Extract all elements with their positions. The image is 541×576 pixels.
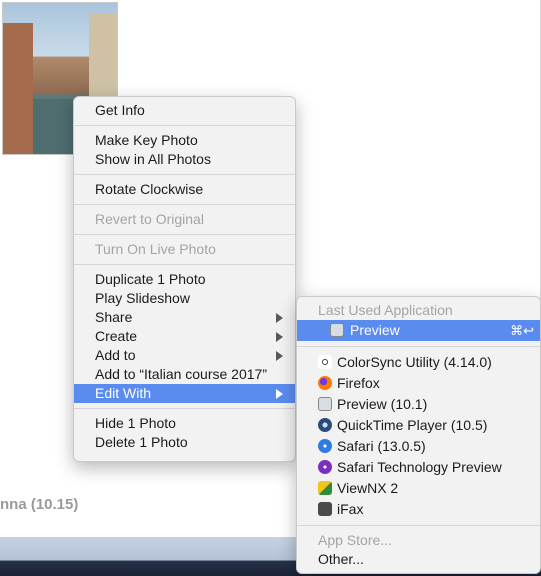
submenu-header-last-used: Last Used Application bbox=[318, 302, 453, 318]
menu-item-duplicate[interactable]: Duplicate 1 Photo bbox=[74, 270, 295, 289]
submenu-item-firefox[interactable]: Firefox bbox=[297, 373, 540, 394]
context-menu: Get Info Make Key Photo Show in All Phot… bbox=[73, 96, 296, 462]
submenu-item-viewnx[interactable]: ViewNX 2 bbox=[297, 478, 540, 499]
submenu-item-label: ColorSync Utility (4.14.0) bbox=[337, 354, 492, 370]
menu-separator bbox=[74, 174, 295, 175]
submenu-item-label: QuickTime Player (10.5) bbox=[337, 417, 488, 433]
menu-item-get-info[interactable]: Get Info bbox=[74, 101, 295, 120]
menu-separator bbox=[297, 525, 540, 526]
menu-separator bbox=[297, 346, 540, 347]
menu-item-hide[interactable]: Hide 1 Photo bbox=[74, 414, 295, 433]
menu-item-show-in-all-photos[interactable]: Show in All Photos bbox=[74, 150, 295, 169]
safari-icon bbox=[318, 439, 332, 453]
menu-item-edit-with[interactable]: Edit With bbox=[74, 384, 295, 403]
submenu-item-app-store: App Store... bbox=[318, 532, 392, 548]
menu-separator bbox=[74, 125, 295, 126]
menu-separator bbox=[74, 264, 295, 265]
menu-item-add-to-album[interactable]: Add to “Italian course 2017” bbox=[74, 365, 295, 384]
submenu-item-preview-last-used[interactable]: Preview ⌘↩ bbox=[297, 320, 540, 341]
menu-item-add-to[interactable]: Add to bbox=[74, 346, 295, 365]
menu-item-add-to-label: Add to bbox=[95, 347, 136, 363]
preview-icon bbox=[318, 397, 332, 411]
menu-item-create-label: Create bbox=[95, 328, 138, 344]
ifax-icon bbox=[318, 502, 332, 516]
menu-item-turn-on-live-photo: Turn On Live Photo bbox=[95, 241, 216, 257]
menu-separator bbox=[74, 204, 295, 205]
submenu-item-quicktime[interactable]: QuickTime Player (10.5) bbox=[297, 415, 540, 436]
menu-separator bbox=[74, 234, 295, 235]
preview-icon bbox=[330, 323, 344, 337]
submenu-item-label: Firefox bbox=[337, 375, 380, 391]
background-caption: nna (10.15) bbox=[0, 496, 79, 513]
submenu-item-label: Safari (13.0.5) bbox=[337, 438, 426, 454]
keyboard-shortcut: ⌘↩ bbox=[510, 323, 534, 338]
submenu-item-other[interactable]: Other... bbox=[297, 550, 540, 569]
viewnx-icon bbox=[318, 481, 332, 495]
menu-item-make-key-photo[interactable]: Make Key Photo bbox=[74, 131, 295, 150]
submenu-arrow-icon bbox=[276, 332, 283, 342]
submenu-item-label: Safari Technology Preview bbox=[337, 459, 502, 475]
submenu-item-ifax[interactable]: iFax bbox=[297, 499, 540, 520]
menu-item-share[interactable]: Share bbox=[74, 308, 295, 327]
menu-item-rotate-clockwise[interactable]: Rotate Clockwise bbox=[74, 180, 295, 199]
submenu-item-label: Preview (10.1) bbox=[337, 396, 428, 412]
submenu-item-colorsync[interactable]: ColorSync Utility (4.14.0) bbox=[297, 352, 540, 373]
menu-separator bbox=[74, 408, 295, 409]
submenu-item-safari[interactable]: Safari (13.0.5) bbox=[297, 436, 540, 457]
submenu-arrow-icon bbox=[276, 389, 283, 399]
submenu-item-label: ViewNX 2 bbox=[337, 480, 399, 496]
menu-item-delete[interactable]: Delete 1 Photo bbox=[74, 433, 295, 452]
submenu-item-label: iFax bbox=[337, 501, 364, 517]
menu-item-share-label: Share bbox=[95, 309, 133, 325]
menu-item-create[interactable]: Create bbox=[74, 327, 295, 346]
edit-with-submenu: Last Used Application Preview ⌘↩ ColorSy… bbox=[296, 296, 541, 574]
firefox-icon bbox=[318, 376, 332, 390]
menu-item-edit-with-label: Edit With bbox=[95, 385, 152, 401]
menu-item-revert-to-original: Revert to Original bbox=[95, 211, 204, 227]
submenu-arrow-icon bbox=[276, 313, 283, 323]
colorsync-icon bbox=[318, 355, 332, 369]
submenu-arrow-icon bbox=[276, 351, 283, 361]
submenu-item-preview[interactable]: Preview (10.1) bbox=[297, 394, 540, 415]
quicktime-icon bbox=[318, 418, 332, 432]
submenu-item-label: Preview bbox=[350, 322, 400, 338]
safari-technology-preview-icon bbox=[318, 460, 332, 474]
photo-building-left bbox=[3, 23, 33, 154]
menu-item-play-slideshow[interactable]: Play Slideshow bbox=[74, 289, 295, 308]
submenu-item-safari-technology-preview[interactable]: Safari Technology Preview bbox=[297, 457, 540, 478]
